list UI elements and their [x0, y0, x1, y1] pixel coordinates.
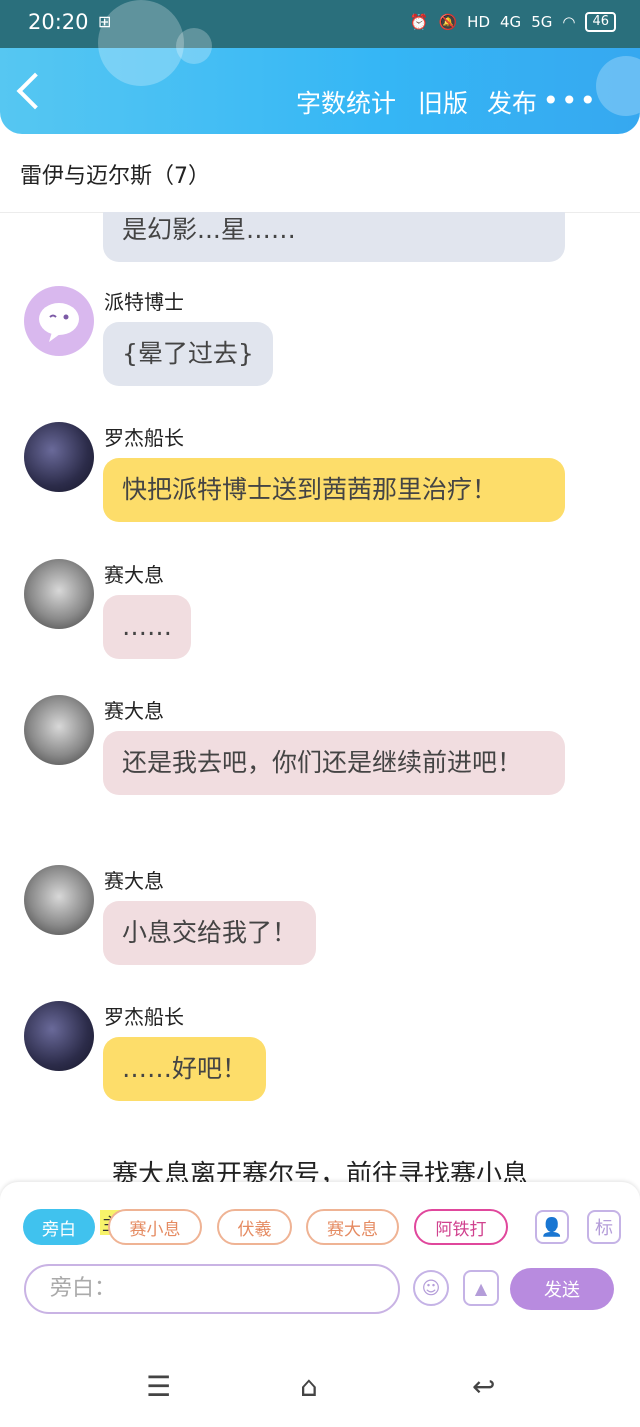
emoji-icon[interactable]: ☺ — [413, 1270, 449, 1306]
message-bubble[interactable]: 还是我去吧，你们还是继续前进吧！ — [103, 731, 565, 795]
input-panel: 旁白 主 赛小息 伏羲 赛大息 阿铁打 👤 标 ☺ ▲ 发送 — [0, 1182, 640, 1320]
speaker-name: 赛大息 — [104, 699, 164, 723]
top-header: 字数统计 旧版 发布 ••• — [0, 0, 640, 134]
home-icon[interactable]: ⌂ — [300, 1370, 318, 1403]
avatar[interactable] — [24, 695, 94, 765]
old-version-button[interactable]: 旧版 — [418, 84, 468, 120]
avatar[interactable] — [24, 865, 94, 935]
avatar[interactable] — [24, 559, 94, 629]
character-manage-icon[interactable]: 👤 — [535, 1210, 569, 1244]
character-chip-narrator[interactable]: 旁白 — [23, 1209, 95, 1245]
message-bubble[interactable]: ……好吧！ — [103, 1037, 267, 1101]
status-icons: ⏰ 🔕 HD 4G 5G ◠ 46 — [410, 12, 616, 32]
4g-label: 4G — [500, 13, 522, 31]
back-arrow-icon[interactable] — [16, 72, 54, 110]
speaker-name: 派特博士 — [104, 290, 184, 314]
message-input[interactable] — [48, 1275, 372, 1302]
decor-bubble — [176, 28, 212, 64]
word-count-button[interactable]: 字数统计 — [296, 84, 396, 120]
avatar[interactable] — [24, 1001, 94, 1071]
message-bubble[interactable]: 快把派特博士送到茜茜那里治疗！ — [103, 458, 565, 522]
back-nav-icon[interactable]: ↩ — [472, 1370, 495, 1403]
image-icon[interactable]: ▲ — [463, 1270, 499, 1306]
send-button[interactable]: 发送 — [510, 1268, 614, 1310]
5g-label: 5G — [531, 13, 553, 31]
chat-area[interactable]: 是幻影...星…… 派特博士 {晕了过去} 罗杰船长 快把派特博士送到茜茜那里治… — [0, 212, 640, 1182]
character-chip[interactable]: 赛小息 — [108, 1209, 202, 1245]
character-chip[interactable]: 赛大息 — [306, 1209, 399, 1245]
status-bar: 20:20 ⊞ ⏰ 🔕 HD 4G 5G ◠ 46 — [0, 0, 640, 48]
battery-icon: 46 — [585, 12, 616, 32]
status-time: 20:20 — [28, 10, 89, 34]
speaker-name: 罗杰船长 — [104, 1005, 184, 1029]
message-bubble[interactable]: 是幻影...星…… — [103, 212, 565, 262]
avatar[interactable] — [24, 286, 94, 356]
publish-button[interactable]: 发布 — [487, 84, 537, 120]
decor-bubble — [596, 56, 640, 116]
character-chip[interactable]: 阿铁打 — [414, 1209, 508, 1245]
narration-text[interactable]: 赛大息离开赛尔号，前往寻找赛小息 — [0, 1154, 640, 1182]
hd-label: HD — [467, 13, 491, 31]
system-nav-bar: ☰ ⌂ ↩ — [0, 1320, 640, 1427]
speaker-name: 赛大息 — [104, 869, 164, 893]
character-chip[interactable]: 伏羲 — [217, 1209, 292, 1245]
story-title: 雷伊与迈尔斯（7） — [20, 164, 210, 189]
speaker-name: 罗杰船长 — [104, 426, 184, 450]
decor-bubble — [98, 0, 184, 86]
chat-bubble-face-icon — [39, 303, 79, 342]
story-title-bar: 雷伊与迈尔斯（7） — [0, 134, 640, 213]
more-menu-icon[interactable]: ••• — [542, 84, 598, 117]
message-bubble[interactable]: {晕了过去} — [103, 322, 273, 386]
mark-button[interactable]: 标 — [587, 1210, 621, 1244]
message-bubble[interactable]: …… — [103, 595, 191, 659]
alarm-icon: ⏰ — [409, 13, 429, 31]
message-bubble[interactable]: 小息交给我了！ — [103, 901, 317, 965]
mute-icon: 🔕 — [438, 13, 458, 31]
speaker-name: 赛大息 — [104, 563, 164, 587]
menu-icon[interactable]: ☰ — [146, 1370, 171, 1403]
message-input-box[interactable] — [24, 1264, 400, 1314]
avatar[interactable] — [24, 422, 94, 492]
wifi-icon: ◠ — [562, 13, 576, 31]
